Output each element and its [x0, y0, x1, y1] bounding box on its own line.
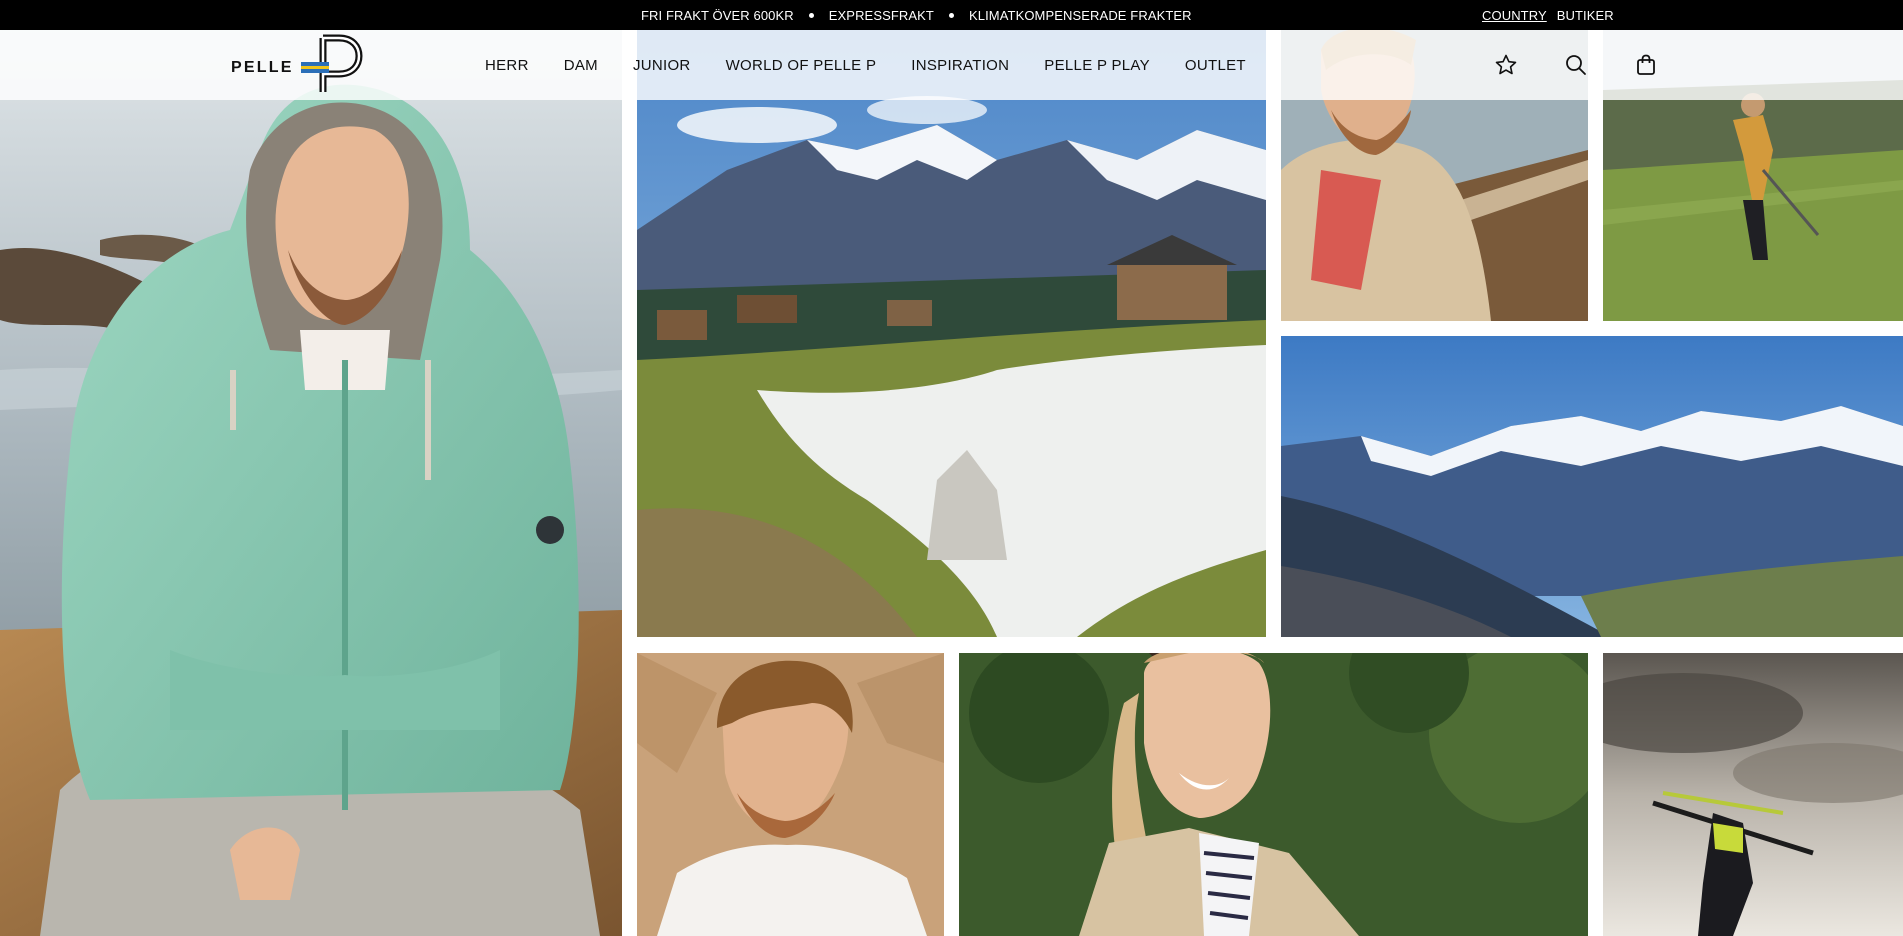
announcement-free-shipping: FRI FRAKT ÖVER 600KR	[641, 7, 794, 23]
smiling-woman-photo	[959, 653, 1588, 936]
logo-wordmark: PELLE	[231, 59, 294, 76]
image-mountain-village[interactable]	[637, 30, 1266, 637]
image-curly-man[interactable]	[637, 653, 944, 936]
nav-world-of-pelle-p[interactable]: WORLD OF PELLE P	[726, 57, 877, 74]
hoodie-photo	[0, 30, 622, 936]
nav-outlet[interactable]: OUTLET	[1185, 57, 1246, 74]
image-alpine-panorama[interactable]	[1281, 336, 1903, 637]
alpine-panorama-photo	[1281, 336, 1903, 637]
topbar-links: COUNTRY BUTIKER	[1482, 0, 1614, 30]
announcement-bar: FRI FRAKT ÖVER 600KR EXPRESSFRAKT KLIMAT…	[0, 0, 1903, 30]
announcement-climate-shipping: KLIMATKOMPENSERADE FRAKTER	[968, 7, 1192, 23]
curly-man-photo	[637, 653, 944, 936]
shopping-bag-icon[interactable]	[1634, 53, 1658, 77]
nav-junior[interactable]: JUNIOR	[633, 57, 691, 74]
main-header: PELLE HERR DAM JUNIOR WORLD OF PELLE P I…	[0, 30, 1903, 100]
nav-herr[interactable]: HERR	[485, 57, 529, 74]
star-icon[interactable]	[1494, 53, 1518, 77]
image-freestyle-skier[interactable]	[1603, 653, 1903, 936]
country-link[interactable]: COUNTRY	[1482, 8, 1547, 23]
freestyle-skier-photo	[1603, 653, 1903, 936]
bullet-separator	[948, 12, 954, 18]
pelle-p-logo[interactable]: PELLE	[231, 34, 363, 96]
nav-dam[interactable]: DAM	[564, 57, 598, 74]
nav-pelle-p-play[interactable]: PELLE P PLAY	[1044, 57, 1150, 74]
hero-image-hoodie[interactable]	[0, 30, 622, 936]
mountain-village-photo	[637, 30, 1266, 637]
bullet-separator	[808, 12, 814, 18]
image-smiling-woman[interactable]	[959, 653, 1588, 936]
main-navigation: HERR DAM JUNIOR WORLD OF PELLE P INSPIRA…	[485, 30, 1246, 100]
announcement-messages: FRI FRAKT ÖVER 600KR EXPRESSFRAKT KLIMAT…	[641, 0, 1192, 30]
announcement-express-shipping: EXPRESSFRAKT	[828, 7, 934, 23]
pelle-p-logo-mark	[301, 34, 363, 92]
search-icon[interactable]	[1564, 53, 1588, 77]
stores-link[interactable]: BUTIKER	[1557, 8, 1614, 23]
nav-inspiration[interactable]: INSPIRATION	[911, 57, 1009, 74]
